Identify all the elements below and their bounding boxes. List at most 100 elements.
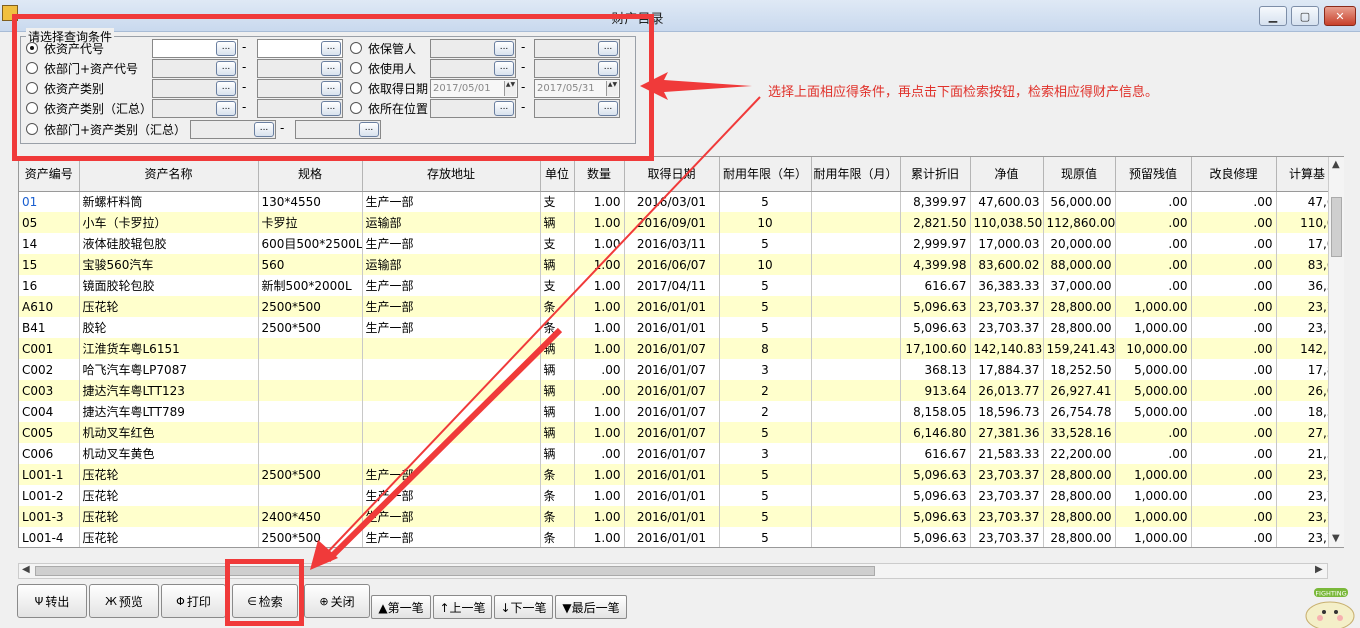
table-cell[interactable]	[258, 338, 363, 359]
table-cell[interactable]: 600目500*2500L	[258, 233, 363, 254]
table-cell[interactable]: 压花轮	[79, 296, 259, 317]
table-cell[interactable]: 2016/01/07	[624, 338, 720, 359]
table-cell[interactable]: 镜面胶轮包胶	[79, 275, 259, 296]
table-cell[interactable]	[258, 380, 363, 401]
table-cell[interactable]: 2016/09/01	[624, 212, 720, 233]
table-cell[interactable]: 生产一部	[362, 275, 541, 296]
table-cell[interactable]: 新螺杆料筒	[79, 191, 259, 212]
table-cell[interactable]: 卡罗拉	[258, 212, 363, 233]
table-row[interactable]: 15 宝骏560汽车 560 运输部辆 1.00 2016/06/07 10 4,399.98…	[19, 254, 1339, 275]
table-cell[interactable]: 生产一部	[362, 317, 541, 338]
close-button[interactable]: ⊕ 关闭	[304, 584, 370, 618]
table-cell[interactable]: L001-2	[19, 485, 80, 506]
table-cell[interactable]: 17,000.03	[970, 233, 1044, 254]
table-cell[interactable]: 5,096.63	[900, 464, 971, 485]
table-cell[interactable]	[811, 359, 901, 380]
table-cell[interactable]: 生产一部	[362, 506, 541, 527]
table-cell[interactable]: 1.00	[574, 254, 625, 275]
table-cell[interactable]: 5,000.00	[1115, 359, 1192, 380]
table-cell[interactable]: 1.00	[574, 527, 625, 547]
table-cell[interactable]: 2016/03/11	[624, 233, 720, 254]
table-cell[interactable]: 10,000.00	[1115, 338, 1192, 359]
table-cell[interactable]: 捷达汽车粤LTT123	[79, 380, 259, 401]
table-cell[interactable]: 1,000.00	[1115, 317, 1192, 338]
table-cell[interactable]: 2017/04/11	[624, 275, 720, 296]
table-cell[interactable]: 2016/03/01	[624, 191, 720, 212]
table-cell[interactable]: 8,399.97	[900, 191, 971, 212]
column-header[interactable]: 规格	[258, 157, 363, 192]
table-cell[interactable]: 辆	[540, 401, 575, 422]
table-cell[interactable]: 913.64	[900, 380, 971, 401]
table-cell[interactable]: 捷达汽车粤LTT789	[79, 401, 259, 422]
table-cell[interactable]: 运输部	[362, 254, 541, 275]
table-cell[interactable]: 368.13	[900, 359, 971, 380]
table-cell[interactable]: 生产一部	[362, 464, 541, 485]
table-row[interactable]: L001-4 压花轮 2500*500 生产一部条 1.00 2016/01/01 5 5,0…	[19, 527, 1339, 547]
horizontal-scrollbar[interactable]: ◀ ▶	[18, 563, 1328, 579]
print-button[interactable]: Φ 打印	[161, 584, 226, 618]
table-cell[interactable]: 37,000.00	[1043, 275, 1116, 296]
table-cell[interactable]: .00	[1191, 359, 1277, 380]
maximize-button[interactable]: ▢	[1291, 6, 1319, 26]
table-cell[interactable]	[258, 401, 363, 422]
table-cell[interactable]: .00	[1115, 191, 1192, 212]
table-cell[interactable]	[811, 233, 901, 254]
table-cell[interactable]: 小车（卡罗拉）	[79, 212, 259, 233]
table-cell[interactable]: 2016/01/07	[624, 422, 720, 443]
table-cell[interactable]: 压花轮	[79, 527, 259, 547]
close-window-button[interactable]: ✕	[1324, 6, 1356, 26]
table-cell[interactable]: .00	[1191, 317, 1277, 338]
table-cell[interactable]: 23,703.37	[970, 485, 1044, 506]
table-cell[interactable]: 江淮货车粤L6151	[79, 338, 259, 359]
table-cell[interactable]	[811, 527, 901, 547]
table-cell[interactable]	[362, 359, 541, 380]
column-header[interactable]: 累计折旧	[900, 157, 971, 192]
table-cell[interactable]: 2016/01/07	[624, 359, 720, 380]
table-cell[interactable]: 1.00	[574, 233, 625, 254]
table-cell[interactable]: 6,146.80	[900, 422, 971, 443]
next-record-button[interactable]: ↓下一笔	[494, 595, 553, 619]
table-cell[interactable]: 支	[540, 275, 575, 296]
table-cell[interactable]: 胶轮	[79, 317, 259, 338]
table-cell[interactable]: 28,800.00	[1043, 464, 1116, 485]
table-cell[interactable]: 05	[19, 212, 80, 233]
table-cell[interactable]: 1.00	[574, 212, 625, 233]
table-cell[interactable]: 17,884.37	[970, 359, 1044, 380]
table-cell[interactable]: 2016/01/01	[624, 527, 720, 547]
table-cell[interactable]	[811, 380, 901, 401]
table-cell[interactable]: C002	[19, 359, 80, 380]
table-cell[interactable]: 26,754.78	[1043, 401, 1116, 422]
table-cell[interactable]	[811, 485, 901, 506]
table-cell[interactable]: 辆	[540, 254, 575, 275]
table-cell[interactable]: 21,583.33	[970, 443, 1044, 464]
table-cell[interactable]: 宝骏560汽车	[79, 254, 259, 275]
table-cell[interactable]: .00	[1115, 212, 1192, 233]
table-row[interactable]: C003 捷达汽车粤LTT123 辆 .00 2016/01/07 2 913.64 26,0…	[19, 380, 1339, 401]
table-cell[interactable]: .00	[1115, 443, 1192, 464]
table-cell[interactable]: B41	[19, 317, 80, 338]
table-cell[interactable]: 5	[719, 464, 812, 485]
scroll-up-icon[interactable]: ▲	[1332, 159, 1340, 170]
table-cell[interactable]: 28,800.00	[1043, 527, 1116, 547]
table-cell[interactable]: 88,000.00	[1043, 254, 1116, 275]
table-cell[interactable]: 5	[719, 422, 812, 443]
table-cell[interactable]: .00	[1191, 380, 1277, 401]
table-cell[interactable]: 1.00	[574, 506, 625, 527]
table-cell[interactable]: 28,800.00	[1043, 506, 1116, 527]
column-header[interactable]: 净值	[970, 157, 1044, 192]
table-cell[interactable]: 83,600.02	[970, 254, 1044, 275]
table-cell[interactable]: 支	[540, 233, 575, 254]
table-cell[interactable]: 生产一部	[362, 485, 541, 506]
table-cell[interactable]: 01	[19, 191, 80, 212]
table-row[interactable]: L001-2 压花轮 生产一部条 1.00 2016/01/01 5 5,096.63 23,…	[19, 485, 1339, 506]
table-cell[interactable]: 1,000.00	[1115, 527, 1192, 547]
table-cell[interactable]: .00	[1191, 485, 1277, 506]
table-cell[interactable]: .00	[1191, 338, 1277, 359]
table-cell[interactable]: 23,703.37	[970, 527, 1044, 547]
table-cell[interactable]: 4,399.98	[900, 254, 971, 275]
table-cell[interactable]: 辆	[540, 380, 575, 401]
table-cell[interactable]: 条	[540, 317, 575, 338]
table-cell[interactable]: 5,096.63	[900, 296, 971, 317]
table-cell[interactable]: C004	[19, 401, 80, 422]
table-cell[interactable]: 17,100.60	[900, 338, 971, 359]
